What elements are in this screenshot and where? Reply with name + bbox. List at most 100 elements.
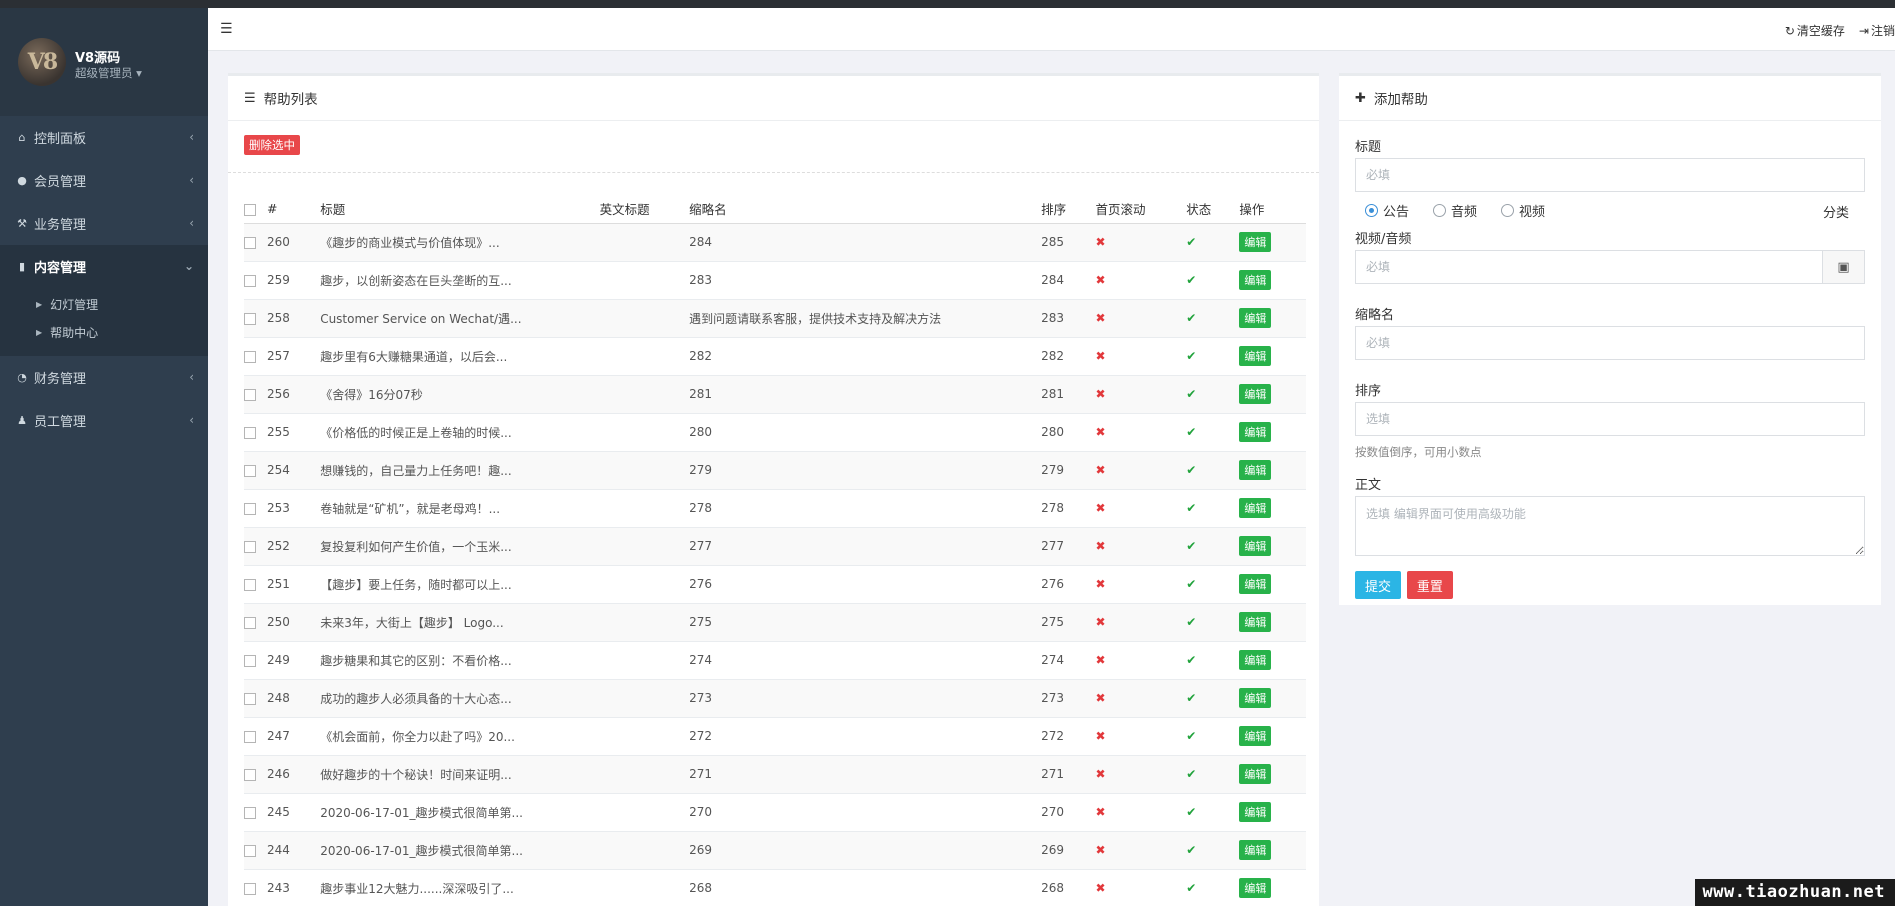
row-checkbox[interactable] [244,312,256,325]
edit-button[interactable]: 编辑 [1239,878,1272,898]
row-slug: 271 [689,755,1042,794]
edit-button[interactable]: 编辑 [1239,688,1272,708]
row-checkbox[interactable] [244,274,256,287]
sidebar-item-3[interactable]: ▮ 内容管理 ⌄ [0,245,208,288]
row-checkbox[interactable] [244,540,256,553]
image-upload-icon[interactable]: ▣ [1823,250,1865,284]
row-checkbox[interactable] [244,806,256,819]
row-checkbox[interactable] [244,464,256,477]
row-checkbox[interactable] [244,882,256,895]
radio-option-1[interactable]: 音频 [1433,201,1477,220]
edit-button[interactable]: 编辑 [1239,612,1272,632]
row-checkbox[interactable] [244,844,256,857]
check-icon: ✔ [1186,767,1197,781]
radio-button[interactable] [1433,203,1447,217]
media-input[interactable] [1355,250,1823,284]
edit-button[interactable]: 编辑 [1239,536,1272,556]
row-sort: 271 [1041,755,1096,794]
radio-button[interactable] [1501,203,1515,217]
edit-button[interactable]: 编辑 [1239,840,1272,860]
row-select-cell [244,831,267,870]
edit-button[interactable]: 编辑 [1239,726,1272,746]
row-actions: 编辑 [1239,717,1306,756]
row-checkbox[interactable] [244,578,256,591]
edit-button[interactable]: 编辑 [1239,422,1272,442]
row-title: 未来3年，大街上【趣步】 Logo... [320,603,600,642]
edit-button[interactable]: 编辑 [1239,650,1272,670]
row-id: 243 [266,869,321,906]
row-select-cell [244,261,267,300]
table-row: 246 做好趣步的十个秘诀！时间来证明... 271 271 ✖ ✔ 编辑 [244,755,1306,794]
avatar[interactable]: V8 [18,38,66,86]
row-id: 259 [266,261,321,300]
reset-button[interactable]: 重置 [1406,571,1453,599]
row-checkbox[interactable] [244,236,256,249]
edit-button[interactable]: 编辑 [1239,574,1272,594]
edit-button[interactable]: 编辑 [1239,346,1272,366]
profile-role-dropdown[interactable]: 超级管理员 ▾ [75,65,142,81]
cross-icon: ✖ [1095,691,1106,705]
col-status: 状态 [1186,195,1240,224]
edit-button[interactable]: 编辑 [1239,460,1272,480]
logout-button[interactable]: ⇥ 注销 [1859,22,1895,39]
row-status: ✔ [1186,831,1240,870]
radio-option-0[interactable]: 公告 [1365,201,1409,220]
row-id: 245 [266,793,321,832]
col-actions: 操作 [1239,195,1306,224]
table-row: 248 成功的趣步人必须具备的十大心态... 273 273 ✖ ✔ 编辑 [244,679,1306,718]
edit-button[interactable]: 编辑 [1239,764,1272,784]
select-all-checkbox[interactable] [244,203,256,216]
sidebar-item-5[interactable]: ♟ 员工管理 ‹ [0,399,208,442]
edit-button[interactable]: 编辑 [1239,498,1272,518]
radio-option-2[interactable]: 视频 [1501,201,1545,220]
row-home-scroll: ✖ [1095,337,1187,376]
chevron-left-icon: ‹ [189,370,194,384]
submit-button[interactable]: 提交 [1355,571,1402,599]
row-slug: 281 [689,375,1042,414]
edit-button[interactable]: 编辑 [1239,308,1272,328]
menu-toggle-icon[interactable]: ☰ [220,21,233,37]
row-checkbox[interactable] [244,388,256,401]
edit-button[interactable]: 编辑 [1239,384,1272,404]
row-actions: 编辑 [1239,527,1306,566]
row-select-cell [244,755,267,794]
row-en-title [599,679,690,718]
submenu-item-1[interactable]: ▶ 帮助中心 [0,318,208,346]
row-home-scroll: ✖ [1095,565,1187,604]
row-checkbox[interactable] [244,502,256,515]
row-actions: 编辑 [1239,375,1306,414]
row-checkbox[interactable] [244,350,256,363]
submenu-item-0[interactable]: ▶ 幻灯管理 [0,290,208,318]
edit-button[interactable]: 编辑 [1239,802,1272,822]
body-textarea[interactable] [1355,496,1865,556]
slug-input[interactable] [1355,326,1865,360]
row-slug: 272 [689,717,1042,756]
sidebar-item-2[interactable]: ⚒ 业务管理 ‹ [0,202,208,245]
row-status: ✔ [1186,413,1240,452]
row-checkbox[interactable] [244,768,256,781]
row-checkbox[interactable] [244,730,256,743]
sidebar-item-4[interactable]: ◔ 财务管理 ‹ [0,356,208,399]
edit-button[interactable]: 编辑 [1239,270,1272,290]
row-title: 复投复利如何产生价值，一个玉米... [320,527,600,566]
row-status: ✔ [1186,451,1240,490]
row-en-title [599,375,690,414]
check-icon: ✔ [1186,805,1197,819]
sort-label: 排序 [1355,384,1382,399]
clear-cache-button[interactable]: ↻ 清空缓存 [1785,22,1845,39]
sort-input[interactable] [1355,402,1865,436]
sidebar-item-0[interactable]: ⌂ 控制面板 ‹ [0,116,208,159]
row-checkbox[interactable] [244,692,256,705]
title-input[interactable] [1355,158,1865,192]
sidebar-item-1[interactable]: ● 会员管理 ‹ [0,159,208,202]
delete-selected-button[interactable]: 删除选中 [244,135,300,155]
row-checkbox[interactable] [244,426,256,439]
row-slug: 282 [689,337,1042,376]
row-checkbox[interactable] [244,654,256,667]
edit-button[interactable]: 编辑 [1239,232,1272,252]
radio-label: 公告 [1383,204,1410,220]
col-sort: 排序 [1041,195,1096,224]
row-checkbox[interactable] [244,616,256,629]
row-id: 253 [266,489,321,528]
radio-button[interactable] [1365,203,1378,217]
